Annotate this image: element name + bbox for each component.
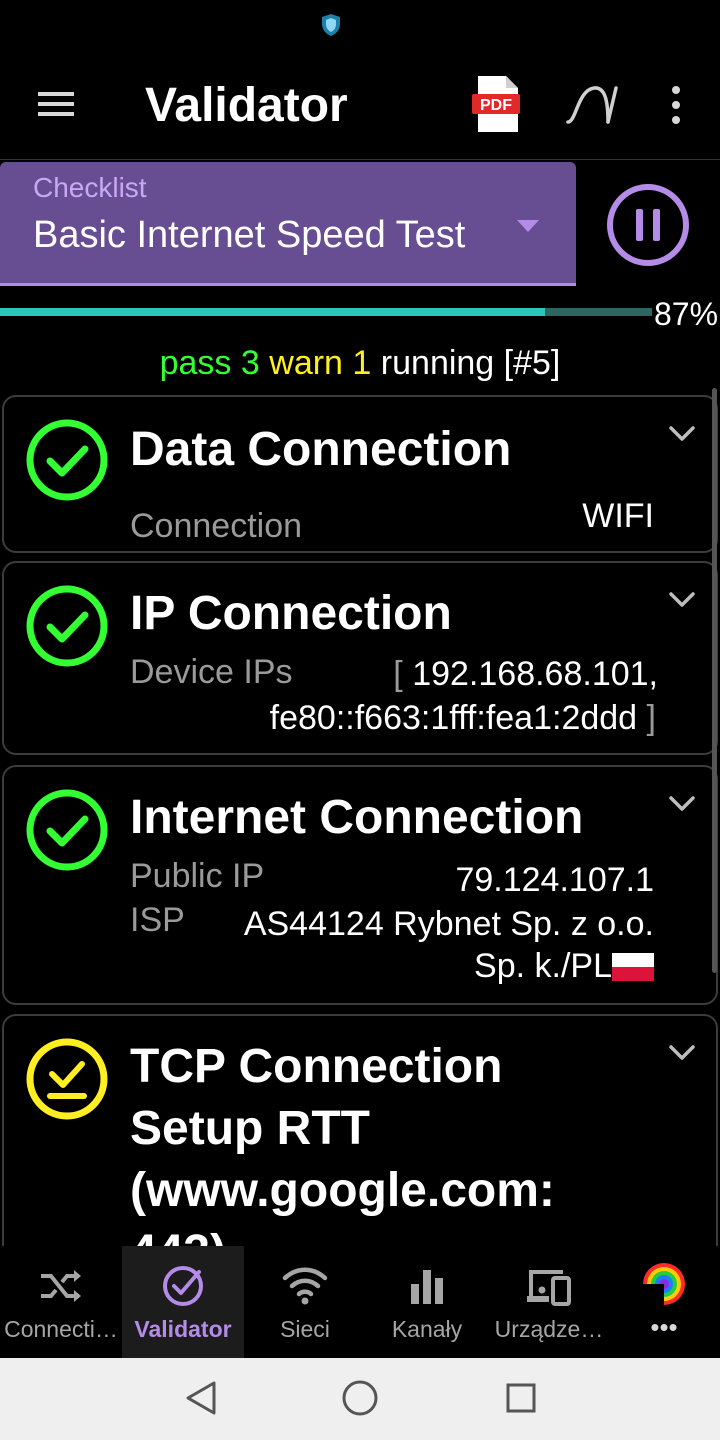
nav-more[interactable]: •••	[600, 1246, 720, 1358]
nav-label: Validator	[134, 1316, 232, 1342]
row-value: 79.124.107.1	[455, 861, 654, 899]
nav-networks[interactable]: Sieci	[244, 1246, 366, 1358]
curve-icon[interactable]	[564, 80, 620, 130]
dropdown-arrow-icon	[517, 220, 539, 232]
test-card-data-connection[interactable]: Data Connection Connection WIFI	[2, 395, 718, 553]
svg-text:PDF: PDF	[480, 97, 512, 114]
row-value: WIFI	[582, 497, 654, 535]
poland-flag-icon	[612, 953, 654, 981]
row-label: Connection	[130, 507, 303, 545]
row-value: fe80::f663:1fff:fea1:2ddd ]	[270, 699, 656, 738]
chevron-down-icon[interactable]	[668, 795, 696, 813]
nav-devices[interactable]: Urządze…	[488, 1246, 610, 1358]
progress-bar	[0, 308, 652, 316]
row-value: AS44124 Rybnet Sp. z o.o.	[243, 905, 654, 943]
bracket-open: [	[393, 655, 403, 693]
pass-count: 3	[240, 344, 260, 382]
results-summary: pass 3 warn 1 running [#5]	[0, 344, 720, 383]
progress-percent: 87%	[654, 296, 719, 332]
check-circle-icon	[163, 1266, 203, 1306]
test-card-internet-connection[interactable]: Internet Connection Public IP 79.124.107…	[2, 765, 718, 1005]
device-ip-v6: fe80::f663:1fff:fea1:2ddd	[269, 699, 638, 737]
card-title-line: (www.google.com:	[130, 1164, 555, 1217]
bar-chart-icon	[411, 1270, 443, 1304]
app-bar: Validator PDF	[0, 50, 720, 160]
row-label: Device IPs	[130, 653, 293, 691]
nav-label: Kanały	[391, 1316, 463, 1342]
row-value: Sp. k./PL	[474, 947, 654, 986]
checklist-dropdown[interactable]: Checklist Basic Internet Speed Test	[0, 162, 576, 286]
back-icon[interactable]	[184, 1380, 218, 1416]
warn-count: 1	[352, 344, 372, 382]
shuffle-icon	[41, 1270, 81, 1302]
bracket-close: ]	[646, 699, 656, 737]
system-navigation-bar	[0, 1358, 720, 1440]
nav-label: Connecti…	[4, 1316, 118, 1342]
shield-icon	[322, 14, 340, 36]
nav-label: Urządze…	[494, 1316, 604, 1342]
nav-label: Sieci	[280, 1316, 330, 1342]
hamburger-menu-icon[interactable]	[28, 82, 84, 126]
checklist-label: Checklist	[33, 172, 147, 203]
home-icon[interactable]	[341, 1379, 379, 1417]
chevron-down-icon[interactable]	[668, 1044, 696, 1062]
rainbow-circle-icon	[640, 1263, 685, 1306]
check-circle-icon	[26, 789, 108, 871]
isp-line2: Sp. k./PL	[474, 947, 612, 985]
test-card-tcp-connection[interactable]: TCP Connection Setup RTT (www.google.com…	[2, 1014, 718, 1246]
test-card-ip-connection[interactable]: IP Connection Device IPs [ 192.168.68.10…	[2, 561, 718, 755]
more-vert-icon[interactable]	[662, 82, 690, 128]
progress-fill	[0, 308, 545, 316]
row-label: ISP	[130, 901, 185, 939]
test-list: Data Connection Connection WIFI IP Conne…	[0, 388, 720, 1246]
row-value: [ 192.168.68.101,	[393, 655, 658, 694]
scrollbar[interactable]	[712, 388, 717, 973]
chevron-down-icon[interactable]	[668, 591, 696, 609]
card-title-line: TCP Connection	[130, 1040, 503, 1093]
device-ip-v4: 192.168.68.101,	[412, 655, 658, 693]
nav-validator[interactable]: Validator	[122, 1246, 244, 1358]
check-circle-icon	[26, 585, 108, 667]
nav-label: •••	[650, 1312, 678, 1342]
warn-check-circle-icon	[26, 1038, 108, 1120]
devices-icon	[527, 1270, 571, 1306]
recent-apps-icon[interactable]	[505, 1382, 537, 1414]
row-label: Public IP	[130, 857, 265, 895]
appbar-divider	[0, 159, 720, 160]
wifi-icon	[282, 1267, 328, 1305]
check-circle-icon	[26, 419, 108, 501]
checklist-value: Basic Internet Speed Test	[33, 214, 466, 256]
bottom-navigation: Connecti… Validator Sieci Kanały Urządze…	[0, 1246, 720, 1358]
nav-connection[interactable]: Connecti…	[0, 1246, 122, 1358]
warn-label: warn	[269, 344, 343, 382]
card-title-line: 443)	[130, 1222, 555, 1246]
card-title: TCP Connection Setup RTT (www.google.com…	[130, 1036, 555, 1246]
nav-channels[interactable]: Kanały	[366, 1246, 488, 1358]
pause-button[interactable]	[605, 182, 691, 268]
card-title: Internet Connection	[130, 791, 584, 844]
card-title: Data Connection	[130, 423, 512, 476]
card-title: IP Connection	[130, 587, 452, 640]
running-status: running [#5]	[380, 344, 561, 382]
card-title-line: Setup RTT	[130, 1102, 370, 1155]
status-bar	[0, 0, 720, 50]
app-title: Validator	[145, 79, 348, 132]
pass-label: pass	[159, 344, 232, 382]
pdf-icon[interactable]: PDF	[470, 74, 524, 134]
chevron-down-icon[interactable]	[668, 425, 696, 443]
